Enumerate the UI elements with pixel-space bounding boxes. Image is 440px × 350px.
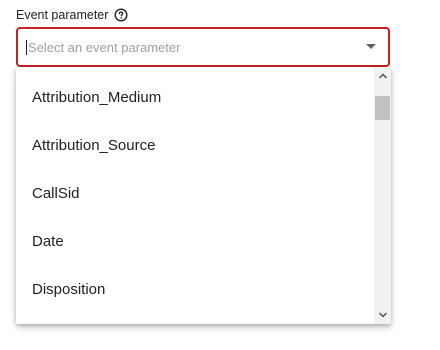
option-date[interactable]: Date — [16, 217, 374, 265]
chevron-down-icon[interactable] — [374, 308, 391, 322]
field-label-row: Event parameter — [16, 6, 128, 24]
chevron-up-icon[interactable] — [374, 69, 391, 83]
event-parameter-select[interactable] — [16, 27, 390, 67]
scrollbar-thumb[interactable] — [375, 96, 390, 120]
option-list: Attribution_Medium Attribution_Source Ca… — [16, 73, 374, 313]
event-parameter-label: Event parameter — [16, 8, 109, 22]
help-circle-icon[interactable] — [114, 8, 128, 22]
event-parameter-dropdown: Attribution_Medium Attribution_Source Ca… — [16, 67, 391, 324]
option-disposition[interactable]: Disposition — [16, 265, 374, 313]
option-callsid[interactable]: CallSid — [16, 169, 374, 217]
text-cursor — [26, 40, 27, 55]
dropdown-scrollbar[interactable] — [374, 67, 391, 324]
option-attribution-source[interactable]: Attribution_Source — [16, 121, 374, 169]
event-parameter-input[interactable] — [28, 29, 348, 65]
option-attribution-medium[interactable]: Attribution_Medium — [16, 73, 374, 121]
arrow-drop-down-icon[interactable] — [366, 44, 376, 49]
